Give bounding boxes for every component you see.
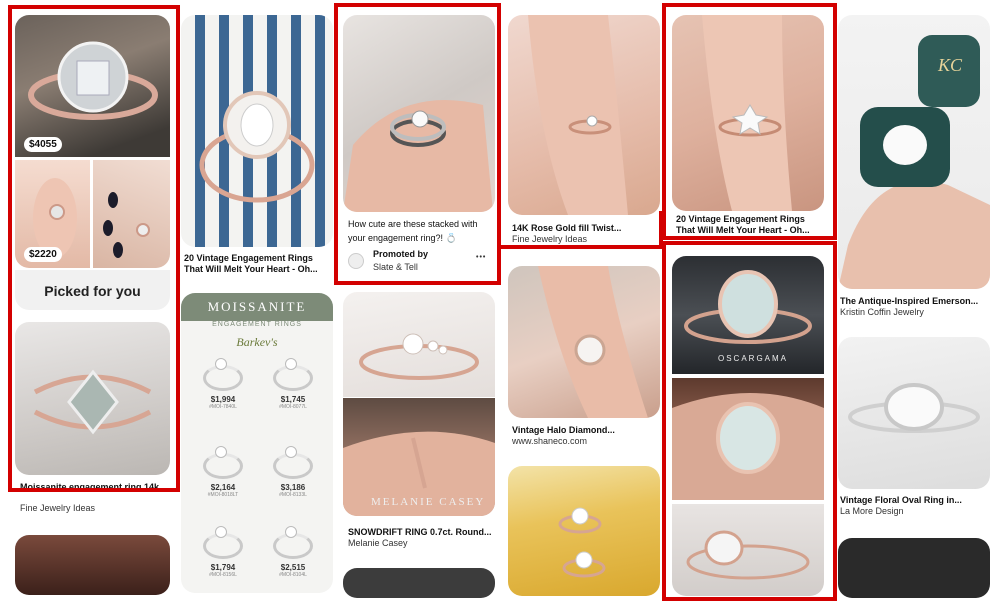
pin-kite-moissanite[interactable] <box>15 322 170 475</box>
pin-title[interactable]: your engagement ring?! 💍 <box>348 233 457 244</box>
pin-vintage-halo[interactable] <box>508 266 660 418</box>
product-sku: #MOI-8133L <box>279 492 307 498</box>
ring-image <box>33 369 152 435</box>
ring-icon <box>203 446 243 479</box>
hand-image <box>672 393 824 500</box>
product-sku: #MOI-8156L <box>209 572 237 578</box>
ring-image <box>359 333 479 380</box>
hand-image <box>528 15 628 215</box>
more-options-icon[interactable]: ••• <box>476 254 486 261</box>
pin-partial-bottom[interactable] <box>838 538 990 598</box>
pin-oscargama-ring[interactable]: OSCARGAMA <box>672 256 824 374</box>
pin-snowdrift-hand[interactable]: MELANIE CASEY <box>343 398 495 516</box>
pin-title[interactable]: Vintage Halo Diamond... <box>512 425 615 436</box>
pin-source[interactable]: Fine Jewelry Ideas <box>20 503 95 514</box>
ring-icon <box>203 526 243 559</box>
pin-moissanite-ad[interactable]: MOISSANITE ENGAGEMENT RINGS Barkev's $1,… <box>181 293 333 593</box>
ring-box-image <box>558 507 606 578</box>
pin-source[interactable]: Fine Jewelry Ideas <box>512 234 587 245</box>
pin-stacked-rings[interactable] <box>343 15 495 212</box>
pin-partial-bottom[interactable] <box>15 535 170 595</box>
pin-dark-nails-thumb[interactable] <box>93 160 170 268</box>
ad-brand: Barkev's <box>236 335 278 349</box>
ring-icon <box>273 526 313 559</box>
product-sku: #MOI-7840L <box>209 404 237 410</box>
ring-image <box>199 91 315 203</box>
pin-source[interactable]: Melanie Casey <box>348 538 408 549</box>
product-price: $2,164 <box>210 483 236 492</box>
box-monogram: KC <box>938 55 963 75</box>
product-price: $2,515 <box>280 563 306 572</box>
product-item[interactable]: $2,164 #MOI-8018LT <box>193 446 253 498</box>
price-badge: $2220 <box>24 247 62 262</box>
hand-image <box>702 15 792 211</box>
product-item[interactable]: $2,515 #MOI-8104L <box>263 526 323 578</box>
pin-title[interactable]: Vintage Floral Oval Ring in... <box>840 495 962 506</box>
ad-header: MOISSANITE <box>181 293 333 321</box>
pin-floral-oval[interactable] <box>838 337 990 489</box>
pin-snowdrift-ring[interactable] <box>343 292 495 397</box>
promoter-name[interactable]: Slate & Tell <box>373 262 418 273</box>
hand-nails-image <box>103 192 150 258</box>
pin-title[interactable]: Moissanite engagement ring 14k... <box>20 482 170 493</box>
product-sku: #MOI-8077L <box>279 404 307 410</box>
pin-title[interactable]: That Will Melt Your Heart - Oh... <box>184 264 318 275</box>
ring-icon <box>273 446 313 479</box>
ring-image <box>28 41 158 120</box>
product-price: $1,745 <box>280 395 306 404</box>
hand-image <box>538 266 648 418</box>
ad-subheader: ENGAGEMENT RINGS <box>212 321 302 328</box>
product-price: $1,994 <box>210 395 236 404</box>
promoted-by-label: Promoted by <box>373 249 429 259</box>
pin-ring-box-kc[interactable]: KC <box>838 15 990 289</box>
brand-watermark: MELANIE CASEY <box>371 496 486 508</box>
ring-box-image <box>838 35 990 289</box>
pin-yellow-ring-box[interactable] <box>508 466 660 596</box>
pin-title[interactable]: That Will Melt Your Heart - Oh... <box>676 225 810 236</box>
product-price: $1,794 <box>210 563 236 572</box>
pin-title[interactable]: 20 Vintage Engagement Rings <box>676 214 805 225</box>
pin-partial-bottom[interactable] <box>343 568 495 598</box>
pin-title[interactable]: How cute are these stacked with <box>348 219 478 230</box>
brand-watermark: OSCARGAMA <box>718 354 789 363</box>
picked-for-you-label: Picked for you <box>44 283 141 299</box>
pin-title[interactable]: 20 Vintage Engagement Rings <box>184 253 313 264</box>
product-item[interactable]: $1,794 #MOI-8156L <box>193 526 253 578</box>
pin-title[interactable]: The Antique-Inspired Emerson... <box>840 296 978 307</box>
hand-image <box>343 100 493 212</box>
ring-icon <box>273 358 313 391</box>
product-price: $3,186 <box>280 483 306 492</box>
pin-twist-ring[interactable] <box>508 15 660 215</box>
product-item[interactable]: $1,745 #MOI-8077L <box>263 358 323 410</box>
pin-starburst-ring[interactable] <box>672 15 824 211</box>
promoter-avatar[interactable] <box>348 253 364 269</box>
pin-title[interactable]: SNOWDRIFT RING 0.7ct. Round... <box>348 527 492 538</box>
price-badge: $4055 <box>24 137 62 152</box>
pin-ring-emerald-halo[interactable] <box>15 15 170 157</box>
ring-image <box>686 530 810 580</box>
ring-icon <box>203 358 243 391</box>
pin-oscargama-hand[interactable] <box>672 378 824 500</box>
product-item[interactable]: $3,186 #MOI-8133L <box>263 446 323 498</box>
pin-source[interactable]: La More Design <box>840 506 904 517</box>
pin-title[interactable]: 14K Rose Gold fill Twist... <box>512 223 621 234</box>
product-sku: #MOI-8104L <box>279 572 307 578</box>
pin-oval-halo-striped[interactable] <box>181 15 333 247</box>
pin-source[interactable]: Kristin Coffin Jewelry <box>840 307 924 318</box>
product-item[interactable]: $1,994 #MOI-7840L <box>193 358 253 410</box>
ring-image <box>848 383 980 433</box>
pin-source[interactable]: www.shaneco.com <box>512 436 587 447</box>
pin-oscargama-side[interactable] <box>672 504 824 596</box>
product-sku: #MOI-8018LT <box>207 492 239 498</box>
